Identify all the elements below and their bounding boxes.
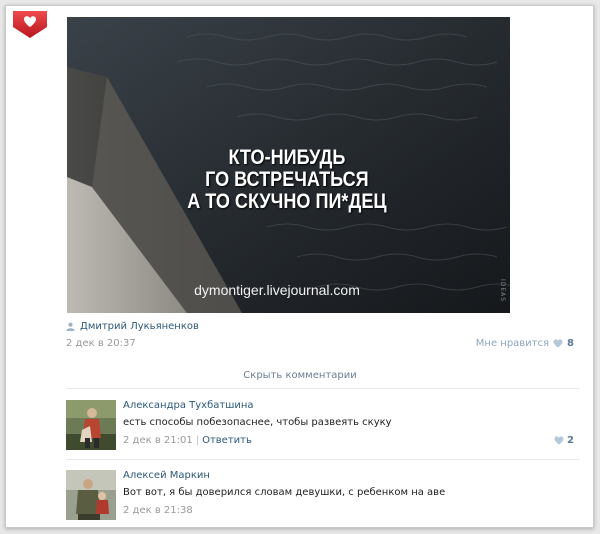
caption-line: КТО-НИБУДЬ [228,146,346,169]
avatar[interactable] [66,400,116,450]
comment-date[interactable]: 2 дек в 21:01 [123,435,193,446]
like-label: Мне нравится [475,338,550,349]
divider [66,459,580,460]
reply-link[interactable]: Ответить [202,435,252,446]
divider [66,388,580,389]
heart-icon [554,436,564,445]
avatar[interactable] [66,470,116,520]
hide-comments-link[interactable]: Скрыть комментарии [0,370,600,381]
comment-item: Александра Тухбатшина есть способы побез… [66,400,580,452]
caption-line: А ТО СКУЧНО ПИ*ДЕЦ [187,190,387,213]
post-author[interactable]: Дмитрий Лукьяненков [66,321,199,332]
post-date[interactable]: 2 дек в 20:37 [66,338,136,349]
comment-like-count: 2 [567,435,574,446]
comment-author[interactable]: Алексей Маркин [123,470,210,481]
image-watermark: dymontiger.livejournal.com [194,282,360,298]
image-caption: КТО-НИБУДЬ ГО ВСТРЕЧАТЬСЯ А ТО СКУЧНО ПИ… [96,147,477,213]
comment-date[interactable]: 2 дек в 21:38 [123,505,193,516]
comment-author[interactable]: Александра Тухбатшина [123,400,254,411]
post-image[interactable]: КТО-НИБУДЬ ГО ВСТРЕЧАТЬСЯ А ТО СКУЧНО ПИ… [67,17,510,313]
comment-like-button[interactable]: 2 [554,435,574,446]
comment-meta: 2 дек в 21:01 | Ответить [123,435,252,446]
comment-text: Вот вот, я бы доверился словам девушки, … [123,487,446,498]
image-side-mark: IDEAS [499,279,506,303]
like-count: 8 [567,338,574,349]
comment-text: есть способы побезопаснее, чтобы развеят… [123,417,392,428]
badge-icon [13,11,47,38]
comment-item: Алексей Маркин Вот вот, я бы доверился с… [66,470,580,522]
person-icon [66,322,75,331]
comment-meta: 2 дек в 21:38 [123,505,193,516]
author-name[interactable]: Дмитрий Лукьяненков [80,321,199,332]
caption-line: ГО ВСТРЕЧАТЬСЯ [205,168,369,191]
like-button[interactable]: Мне нравится 8 [476,338,574,349]
heart-icon [553,339,563,348]
